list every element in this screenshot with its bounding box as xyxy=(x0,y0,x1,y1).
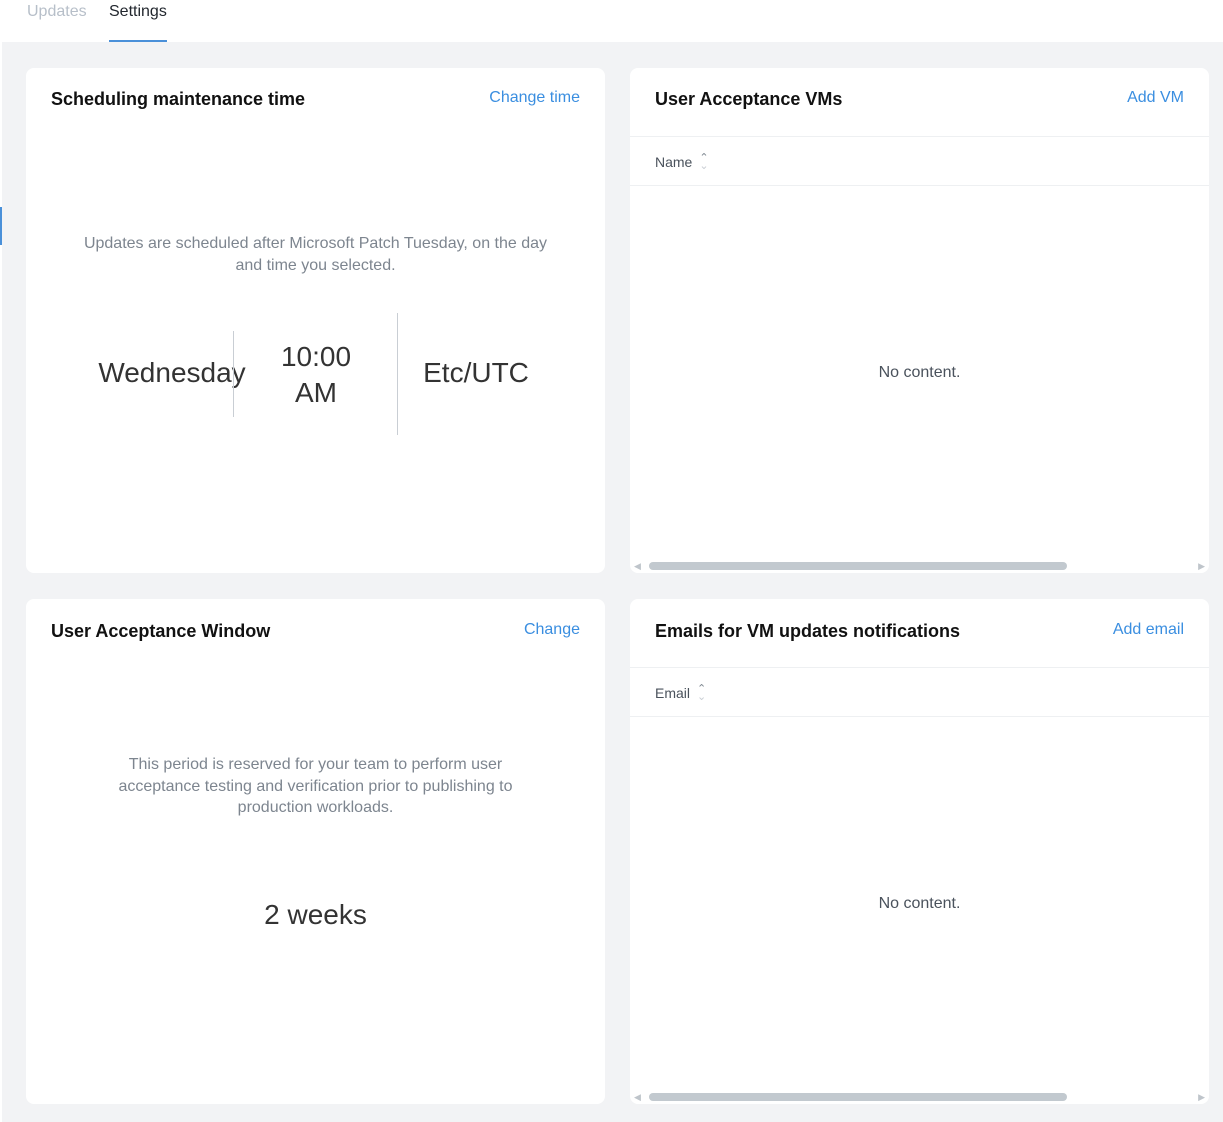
vms-horizontal-scrollbar[interactable]: ◀ ▶ xyxy=(630,559,1209,573)
scroll-right-arrow-icon[interactable]: ▶ xyxy=(1198,559,1205,573)
window-card-title: User Acceptance Window xyxy=(51,621,271,641)
emails-card: Emails for VM updates notifications Add … xyxy=(630,599,1209,1104)
schedule-timezone: Etc/UTC xyxy=(423,357,529,388)
scrollbar-thumb[interactable] xyxy=(649,1093,1067,1101)
tab-updates[interactable]: Updates xyxy=(27,0,87,42)
tab-settings[interactable]: Settings xyxy=(109,0,167,42)
vms-card: User Acceptance VMs Add VM Name ⌃ ⌄ No co… xyxy=(630,68,1209,573)
column-header-email[interactable]: Email ⌃ ⌄ xyxy=(655,684,709,703)
schedule-card: Scheduling maintenance time Change time … xyxy=(26,68,605,573)
scroll-left-arrow-icon[interactable]: ◀ xyxy=(634,559,641,573)
schedule-time-hour: 10:00 xyxy=(280,341,352,372)
schedule-description: Updates are scheduled after Microsoft Pa… xyxy=(83,235,548,274)
scrollbar-thumb[interactable] xyxy=(649,562,1067,570)
sort-icon[interactable]: ⌃ ⌄ xyxy=(699,153,711,172)
scroll-right-arrow-icon[interactable]: ▶ xyxy=(1198,1090,1205,1104)
change-window-button[interactable]: Change xyxy=(524,621,580,639)
scroll-left-arrow-icon[interactable]: ◀ xyxy=(634,1090,641,1104)
vms-card-title: User Acceptance VMs xyxy=(655,89,843,109)
add-vm-button[interactable]: Add VM xyxy=(1127,89,1184,107)
emails-horizontal-scrollbar[interactable]: ◀ ▶ xyxy=(630,1090,1209,1104)
window-description: This period is reserved for your team to… xyxy=(118,756,513,816)
tab-settings-label: Settings xyxy=(109,3,167,20)
tab-bar: Updates Settings xyxy=(0,0,1223,42)
vms-empty-text: No content. xyxy=(878,364,961,381)
emails-table-header: Email ⌃ ⌄ xyxy=(630,667,1209,717)
vms-table-header: Name ⌃ ⌄ xyxy=(630,136,1209,186)
column-header-name-label: Name xyxy=(655,154,693,170)
emails-empty-text: No content. xyxy=(878,895,961,912)
settings-content: Scheduling maintenance time Change time … xyxy=(2,42,1223,1122)
divider xyxy=(233,331,234,417)
schedule-time: 10:00 AM xyxy=(266,339,366,411)
change-time-button[interactable]: Change time xyxy=(489,89,580,107)
schedule-time-ampm: AM xyxy=(295,377,337,408)
window-card: User Acceptance Window Change This perio… xyxy=(26,599,605,1104)
divider xyxy=(397,313,398,435)
column-header-name[interactable]: Name ⌃ ⌄ xyxy=(655,153,711,172)
tab-updates-label: Updates xyxy=(27,3,87,20)
sort-icon[interactable]: ⌃ ⌄ xyxy=(697,684,709,703)
add-email-button[interactable]: Add email xyxy=(1113,621,1184,639)
emails-card-title: Emails for VM updates notifications xyxy=(655,621,961,641)
window-duration: 2 weeks xyxy=(264,899,367,930)
schedule-card-title: Scheduling maintenance time xyxy=(51,89,306,109)
column-header-email-label: Email xyxy=(655,685,691,701)
